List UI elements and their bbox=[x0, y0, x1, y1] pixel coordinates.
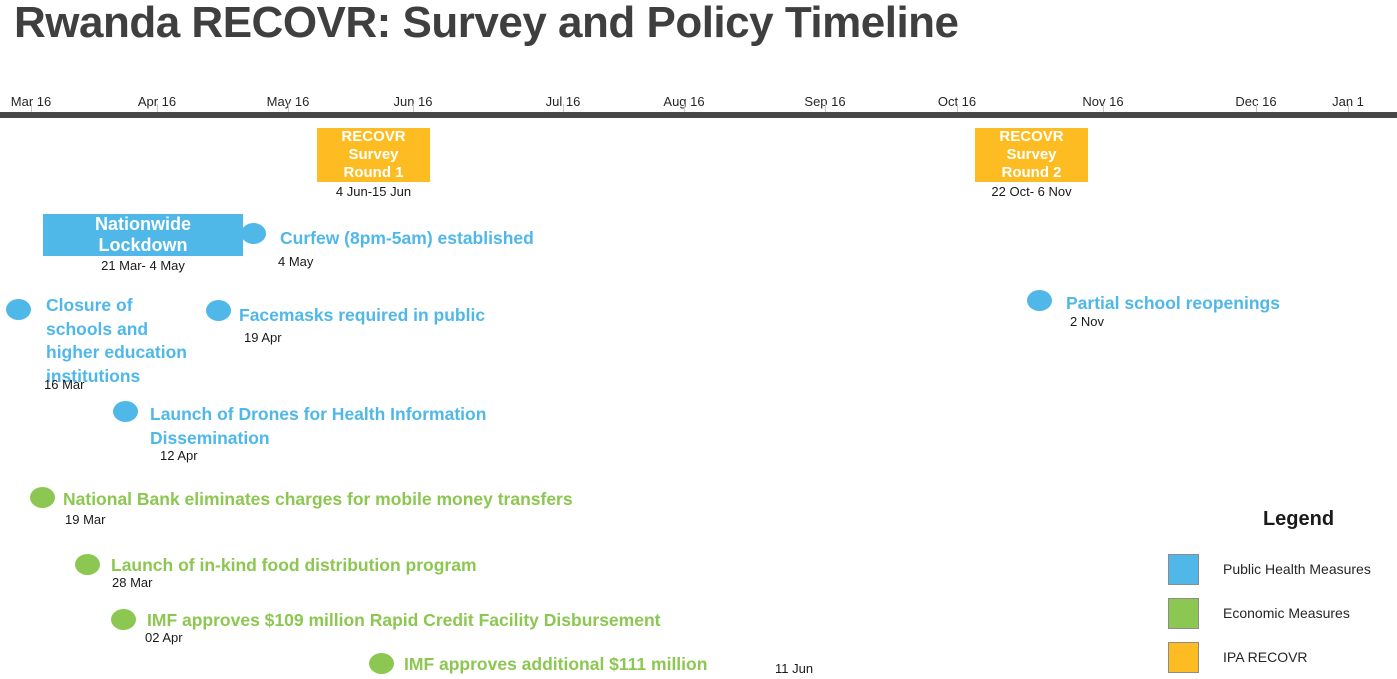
legend-ipa-recovr-swatch bbox=[1168, 641, 1199, 673]
timeline-infographic: Rwanda RECOVR: Survey and Policy Timelin… bbox=[0, 0, 1397, 679]
event-food-distribution-date: 28 Mar bbox=[112, 575, 153, 590]
event-school-closure-date: 16 Mar bbox=[44, 377, 85, 392]
legend-economic-swatch bbox=[1168, 597, 1199, 629]
axis-tick-mark bbox=[563, 104, 564, 112]
axis-tick-mark bbox=[1256, 104, 1257, 112]
axis-tick-mark bbox=[1348, 104, 1349, 112]
nationwide-lockdown[interactable]: Nationwide Lockdown bbox=[43, 214, 243, 256]
event-imf-109-million-label[interactable]: IMF approves $109 million Rapid Credit F… bbox=[147, 609, 660, 633]
event-mobile-money-charges-dot-icon[interactable] bbox=[30, 487, 55, 508]
event-mobile-money-charges-date: 19 Mar bbox=[65, 512, 106, 527]
event-curfew-dot-icon[interactable] bbox=[241, 223, 266, 244]
event-partial-school-reopenings-label[interactable]: Partial school reopenings bbox=[1066, 292, 1280, 316]
event-school-closure-dot-icon[interactable] bbox=[6, 299, 31, 320]
event-imf-111-million-date: 11 Jun bbox=[775, 661, 814, 676]
event-food-distribution-label[interactable]: Launch of in-kind food distribution prog… bbox=[111, 554, 477, 578]
event-facemasks-label[interactable]: Facemasks required in public bbox=[239, 304, 485, 328]
legend-public-health: Public Health Measures bbox=[1168, 547, 1397, 591]
axis-tick-mark bbox=[684, 104, 685, 112]
legend-rows: Public Health Measures Economic Measures I… bbox=[1168, 547, 1397, 679]
legend-title: Legend bbox=[1262, 508, 1335, 530]
axis-tick-mark bbox=[957, 104, 958, 112]
axis-tick-mark bbox=[825, 104, 826, 112]
event-curfew-label[interactable]: Curfew (8pm-5am) established bbox=[280, 227, 534, 251]
event-partial-school-reopenings-dot-icon[interactable] bbox=[1027, 290, 1052, 311]
event-curfew-date: 4 May bbox=[278, 254, 314, 269]
event-imf-111-million-label[interactable]: IMF approves additional $111 million bbox=[404, 653, 707, 677]
event-partial-school-reopenings-date: 2 Nov bbox=[1070, 314, 1104, 329]
event-imf-111-million-dot-icon[interactable] bbox=[369, 653, 394, 674]
recovr-survey-round-2-date: 22 Oct- 6 Nov bbox=[991, 184, 1072, 199]
legend-public-health-swatch bbox=[1168, 553, 1199, 585]
event-facemasks-dot-icon[interactable] bbox=[206, 300, 231, 321]
event-drones-launch-label[interactable]: Launch of Drones for Health Information … bbox=[150, 403, 486, 450]
event-drones-launch-date: 12 Apr bbox=[160, 448, 198, 463]
event-drones-launch-dot-icon[interactable] bbox=[113, 401, 138, 422]
timeline-axis-line bbox=[0, 112, 1397, 118]
recovr-survey-round-1-date: 4 Jun-15 Jun bbox=[335, 184, 412, 199]
page-title: Rwanda RECOVR: Survey and Policy Timelin… bbox=[14, 0, 959, 47]
axis-tick-mark bbox=[1103, 104, 1104, 112]
legend-public-health-label: Public Health Measures bbox=[1223, 561, 1371, 577]
event-mobile-money-charges-label[interactable]: National Bank eliminates charges for mob… bbox=[63, 488, 573, 512]
axis-tick-mark bbox=[157, 104, 158, 112]
recovr-survey-round-1[interactable]: RECOVR Survey Round 1 bbox=[317, 128, 430, 182]
legend-economic: Economic Measures bbox=[1168, 591, 1397, 635]
event-school-closure-label[interactable]: Closure of schools and higher education … bbox=[46, 294, 187, 389]
event-imf-109-million-dot-icon[interactable] bbox=[111, 609, 136, 630]
event-food-distribution-dot-icon[interactable] bbox=[75, 554, 100, 575]
nationwide-lockdown-date: 21 Mar- 4 May bbox=[101, 258, 185, 273]
event-imf-109-million-date: 02 Apr bbox=[145, 630, 183, 645]
axis-tick-mark bbox=[31, 104, 32, 112]
axis-tick-mark bbox=[413, 104, 414, 112]
legend-ipa-recovr-label: IPA RECOVR bbox=[1223, 649, 1308, 665]
recovr-survey-round-2[interactable]: RECOVR Survey Round 2 bbox=[975, 128, 1088, 182]
axis-tick-mark bbox=[288, 104, 289, 112]
event-facemasks-date: 19 Apr bbox=[244, 330, 282, 345]
legend-ipa-recovr: IPA RECOVR bbox=[1168, 635, 1397, 679]
legend: Legend Public Health Measures Economic Me… bbox=[1168, 508, 1397, 679]
legend-economic-label: Economic Measures bbox=[1223, 605, 1350, 621]
